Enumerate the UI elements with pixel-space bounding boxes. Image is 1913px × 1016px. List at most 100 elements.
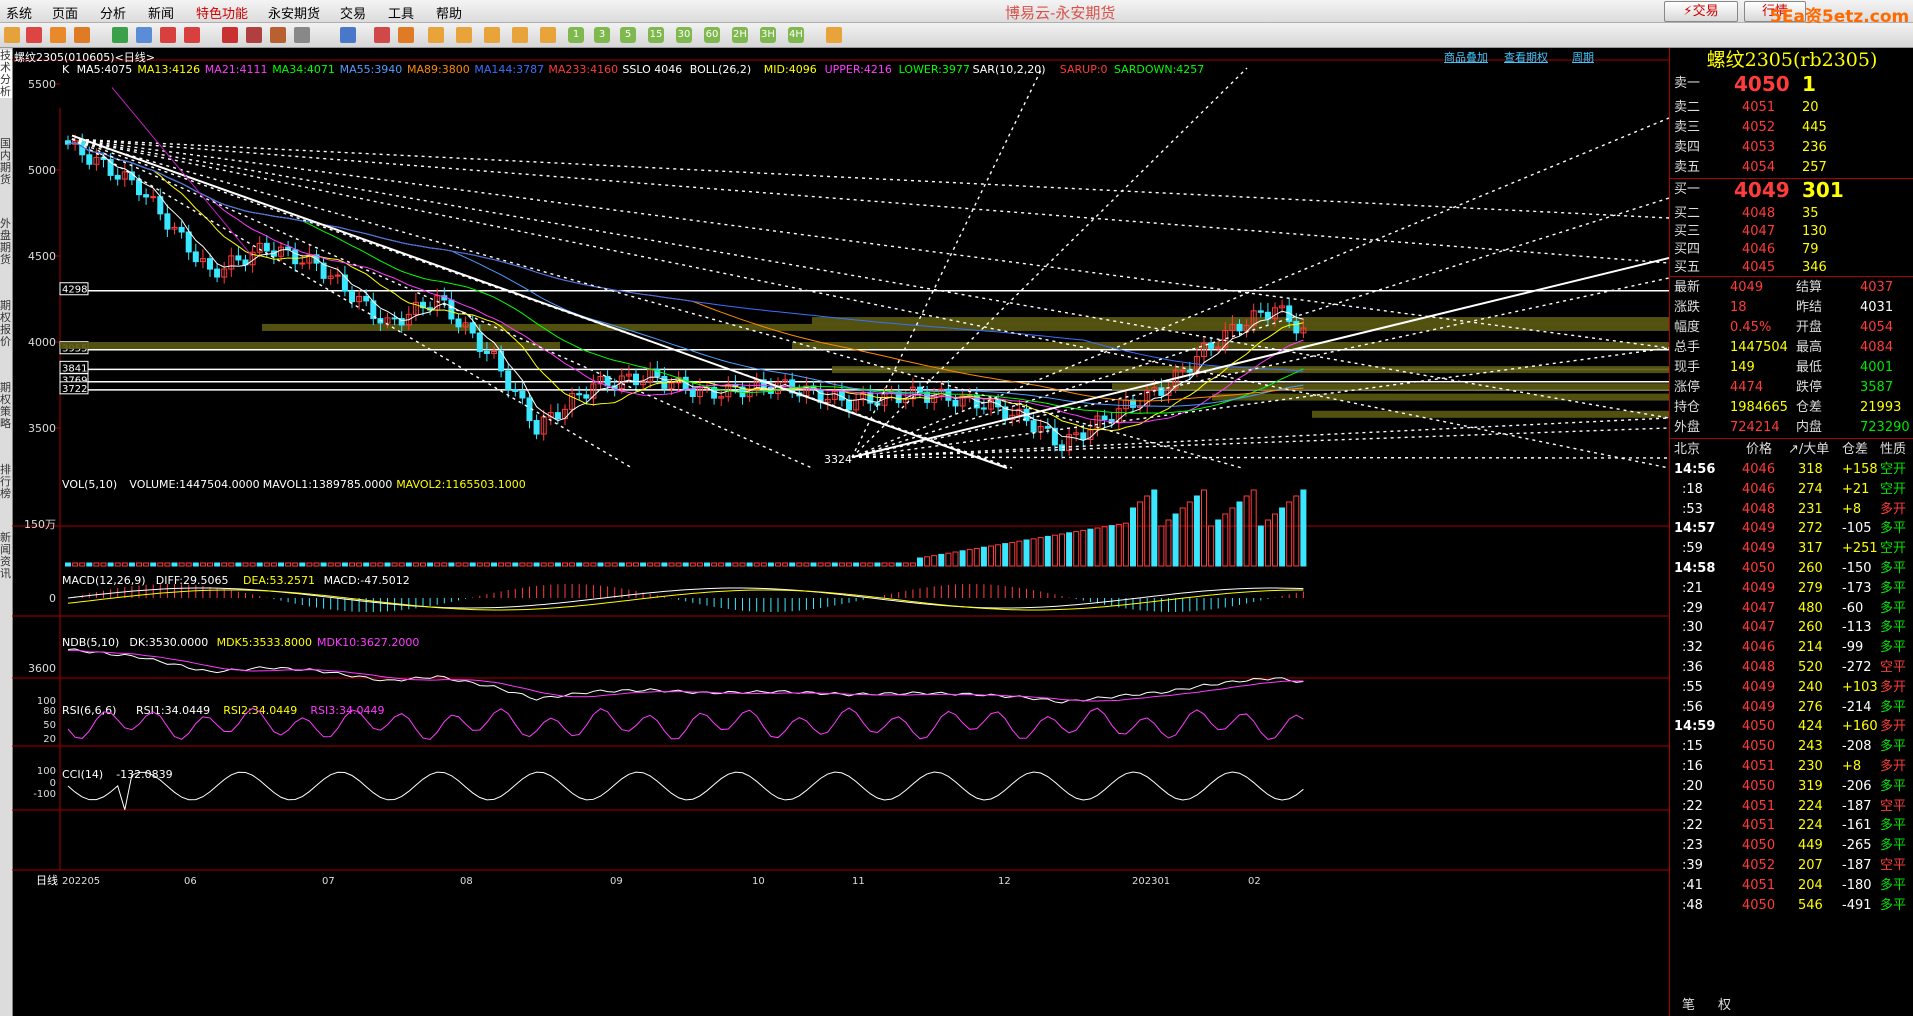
grid-icon[interactable] bbox=[74, 27, 90, 43]
window-icon[interactable] bbox=[136, 27, 152, 43]
period-4h-icon[interactable]: 4H bbox=[788, 27, 804, 43]
volume-bar bbox=[1193, 495, 1200, 567]
ma-legend-label: SAR(10,2,20) bbox=[973, 63, 1046, 76]
tick-row: :48 4050 546 -491 多平 bbox=[1670, 896, 1913, 916]
tick-time: :53 bbox=[1682, 501, 1703, 517]
calendar-season-icon[interactable] bbox=[512, 27, 528, 43]
menu-trade[interactable]: 交易 bbox=[340, 3, 366, 22]
tick-row: :56 4049 276 -214 多平 bbox=[1670, 698, 1913, 718]
table-icon[interactable] bbox=[340, 27, 356, 43]
overlay-link[interactable]: 商品叠加 bbox=[1444, 49, 1488, 65]
rsi-tick-label: 20 bbox=[43, 734, 56, 745]
menu-tools[interactable]: 工具 bbox=[388, 3, 414, 22]
zoom-in-icon[interactable] bbox=[160, 27, 176, 43]
moving-average-line bbox=[67, 141, 1304, 442]
stat-label: 昨结 bbox=[1796, 300, 1823, 315]
calendar-week-icon[interactable] bbox=[456, 27, 472, 43]
period-1min-icon[interactable]: 1 bbox=[568, 27, 584, 43]
left-tab-technical[interactable]: 技术分析 bbox=[0, 50, 12, 98]
tick-time: :22 bbox=[1682, 798, 1703, 814]
calculator-icon[interactable] bbox=[826, 27, 842, 43]
stat-label: 跌停 bbox=[1796, 380, 1823, 395]
tick-nature: 空开 bbox=[1880, 481, 1907, 497]
volume-bar bbox=[562, 562, 568, 567]
tick-oi-change: -113 bbox=[1842, 620, 1872, 636]
tick-row: 14:58 4050 260 -150 多平 bbox=[1670, 559, 1913, 579]
left-tab-news[interactable]: 新闻资讯 bbox=[0, 532, 12, 580]
list-icon[interactable] bbox=[50, 27, 66, 43]
menu-news[interactable]: 新闻 bbox=[148, 3, 174, 22]
panel-tab[interactable]: 权 bbox=[1718, 996, 1731, 1016]
menu-special[interactable]: 特色功能 bbox=[196, 3, 248, 22]
menu-page[interactable]: 页面 bbox=[52, 3, 78, 22]
volume-profile-bar bbox=[1112, 383, 1669, 391]
menu-yongan[interactable]: 永安期货 bbox=[268, 3, 320, 22]
filter-icon[interactable] bbox=[270, 27, 286, 43]
moving-average-line bbox=[67, 141, 1304, 372]
tick-volume: 272 bbox=[1798, 521, 1823, 537]
trade-button[interactable]: ⚡交易 bbox=[1664, 1, 1738, 22]
volume-bar bbox=[1279, 507, 1286, 567]
draw-icon[interactable] bbox=[222, 27, 238, 43]
refresh-icon[interactable] bbox=[112, 27, 128, 43]
panel-bottom-tabs: 笔权 bbox=[1670, 996, 1913, 1016]
period-15min-icon[interactable]: 15 bbox=[648, 27, 664, 43]
tick-time: :16 bbox=[1682, 759, 1703, 774]
ndb-legend-label: MDK10:3627.2000 bbox=[317, 636, 419, 649]
period-link[interactable]: 周期 bbox=[1572, 49, 1594, 65]
price-tick-label: 4000 bbox=[28, 336, 56, 349]
tick-oi-change: -187 bbox=[1842, 858, 1872, 873]
kline-icon[interactable] bbox=[398, 27, 414, 43]
tick-volume: 260 bbox=[1798, 561, 1823, 576]
bid-volume: 346 bbox=[1802, 260, 1827, 275]
period-5min-icon[interactable]: 5 bbox=[620, 27, 636, 43]
volume-bar bbox=[228, 562, 235, 567]
home-icon[interactable] bbox=[26, 27, 42, 43]
period-3min-icon[interactable]: 3 bbox=[594, 27, 610, 43]
volume-bar bbox=[576, 562, 583, 567]
tick-volume: 230 bbox=[1798, 759, 1823, 774]
ask-volume: 445 bbox=[1802, 120, 1827, 135]
candle-body bbox=[263, 242, 270, 252]
left-tab-ranking[interactable]: 排行榜 bbox=[0, 464, 12, 500]
left-tab-domestic[interactable]: 国内期货 bbox=[0, 138, 12, 186]
volume-bar bbox=[1243, 495, 1250, 567]
volume-bar bbox=[1101, 526, 1108, 567]
menu-help[interactable]: 帮助 bbox=[436, 3, 462, 22]
ask-row: 卖一 4050 1 bbox=[1670, 74, 1913, 98]
menu-system[interactable]: 系统 bbox=[6, 3, 32, 22]
volume-bar bbox=[313, 562, 320, 567]
zoom-out-icon[interactable] bbox=[184, 27, 200, 43]
volume-bar bbox=[235, 562, 242, 567]
left-tab-foreign[interactable]: 外盘期货 bbox=[0, 218, 12, 266]
chart-icon[interactable] bbox=[374, 27, 390, 43]
cci-legend-label: -132.0839 bbox=[116, 768, 172, 781]
settings-icon[interactable] bbox=[294, 27, 310, 43]
brush-icon[interactable] bbox=[246, 27, 262, 43]
left-tab-options-quote[interactable]: 期权报价 bbox=[0, 300, 12, 348]
period-30min-icon[interactable]: 30 bbox=[676, 27, 692, 43]
tick-nature: 多平 bbox=[1880, 818, 1907, 834]
ma-legend-label: MA89:3800 bbox=[407, 63, 470, 76]
period-60min-icon[interactable]: 60 bbox=[704, 27, 720, 43]
panel-tab[interactable]: 笔 bbox=[1682, 996, 1695, 1016]
volume-bar bbox=[192, 562, 199, 567]
left-tab-options-strategy[interactable]: 期权策略 bbox=[0, 382, 12, 430]
calendar-day-icon[interactable] bbox=[428, 27, 444, 43]
volume-bar bbox=[732, 562, 739, 567]
back-icon[interactable] bbox=[4, 27, 20, 43]
calendar-year-icon[interactable] bbox=[540, 27, 556, 43]
tick-header-nature: 性质 bbox=[1880, 442, 1907, 457]
volume-bar bbox=[789, 562, 796, 567]
ask-price: 4054 bbox=[1742, 160, 1776, 175]
period-2h-icon[interactable]: 2H bbox=[732, 27, 748, 43]
calendar-month-icon[interactable] bbox=[484, 27, 500, 43]
bid-price: 4048 bbox=[1742, 206, 1776, 221]
bid-row: 买二 4048 35 bbox=[1670, 204, 1913, 224]
period-3h-icon[interactable]: 3H bbox=[760, 27, 776, 43]
menu-analysis[interactable]: 分析 bbox=[100, 3, 126, 22]
kline-chart[interactable]: K MA5:4075 MA13:4126 MA21:4111 MA34:4071 MA55… bbox=[12, 48, 1669, 1016]
kline-chart-area[interactable]: K MA5:4075 MA13:4126 MA21:4111 MA34:4071 MA55… bbox=[12, 48, 1669, 1016]
volume-bar bbox=[675, 562, 682, 567]
options-link[interactable]: 查看期权 bbox=[1504, 49, 1548, 65]
